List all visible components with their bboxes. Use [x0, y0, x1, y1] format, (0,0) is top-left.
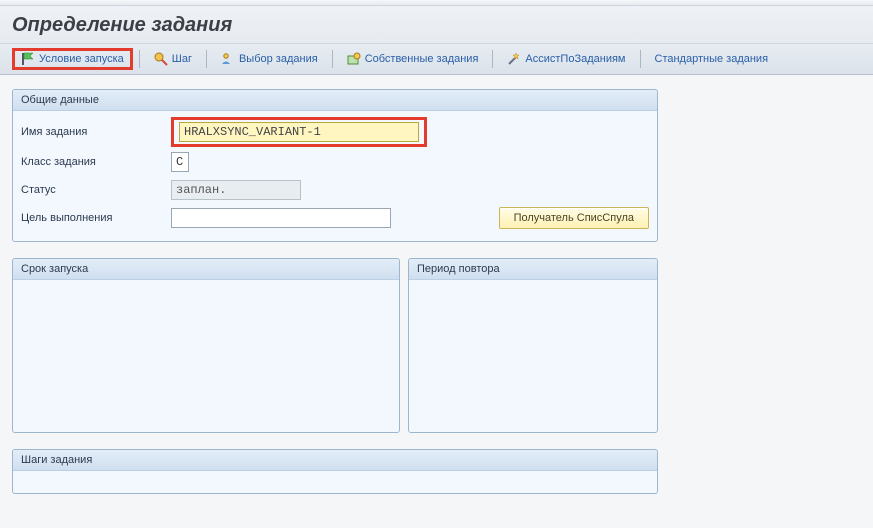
- own-jobs-icon: [347, 52, 361, 66]
- toolbar-label: Стандартные задания: [655, 53, 769, 65]
- start-term-group: Срок запуска: [12, 258, 400, 433]
- own-jobs-button[interactable]: Собственные задания: [339, 49, 487, 69]
- toolbar-label: АссистПоЗаданиям: [525, 53, 625, 65]
- groupbox-title: Общие данные: [13, 90, 657, 111]
- jobclass-input[interactable]: [171, 152, 189, 172]
- people-select-icon: [221, 52, 235, 66]
- exectgt-label: Цель выполнения: [21, 212, 171, 224]
- separator: [139, 50, 140, 68]
- separator: [640, 50, 641, 68]
- std-jobs-button[interactable]: Стандартные задания: [647, 50, 777, 68]
- jobname-highlight: [171, 117, 427, 147]
- job-wizard-button[interactable]: АссистПоЗаданиям: [499, 49, 633, 69]
- page-title: Определение задания: [12, 14, 861, 37]
- jobname-label: Имя задания: [21, 126, 171, 138]
- flag-icon: [21, 52, 35, 66]
- general-data-group: Общие данные Имя задания Класс задания С…: [12, 89, 658, 242]
- groupbox-title: Период повтора: [409, 259, 657, 280]
- step-icon: [154, 52, 168, 66]
- status-field: [171, 180, 301, 200]
- jobname-input[interactable]: [179, 122, 419, 142]
- toolbar-label: Условие запуска: [39, 53, 124, 65]
- spool-recipient-button[interactable]: Получатель СписСпула: [499, 207, 649, 229]
- wand-icon: [507, 52, 521, 66]
- toolbar-label: Шаг: [172, 53, 192, 65]
- groupbox-title: Шаги задания: [13, 450, 657, 471]
- step-button[interactable]: Шаг: [146, 49, 200, 69]
- title-area: Определение задания: [0, 6, 873, 43]
- period-group: Период повтора: [408, 258, 658, 433]
- separator: [492, 50, 493, 68]
- app-toolbar: Условие запуска Шаг Выбор задания Собств…: [0, 43, 873, 75]
- toolbar-label: Собственные задания: [365, 53, 479, 65]
- job-steps-group: Шаги задания: [12, 449, 658, 494]
- job-select-button[interactable]: Выбор задания: [213, 49, 326, 69]
- groupbox-title: Срок запуска: [13, 259, 399, 280]
- jobclass-label: Класс задания: [21, 156, 171, 168]
- separator: [206, 50, 207, 68]
- exec-target-input[interactable]: [171, 208, 391, 228]
- separator: [332, 50, 333, 68]
- toolbar-label: Выбор задания: [239, 53, 318, 65]
- status-label: Статус: [21, 184, 171, 196]
- start-condition-button[interactable]: Условие запуска: [12, 48, 133, 70]
